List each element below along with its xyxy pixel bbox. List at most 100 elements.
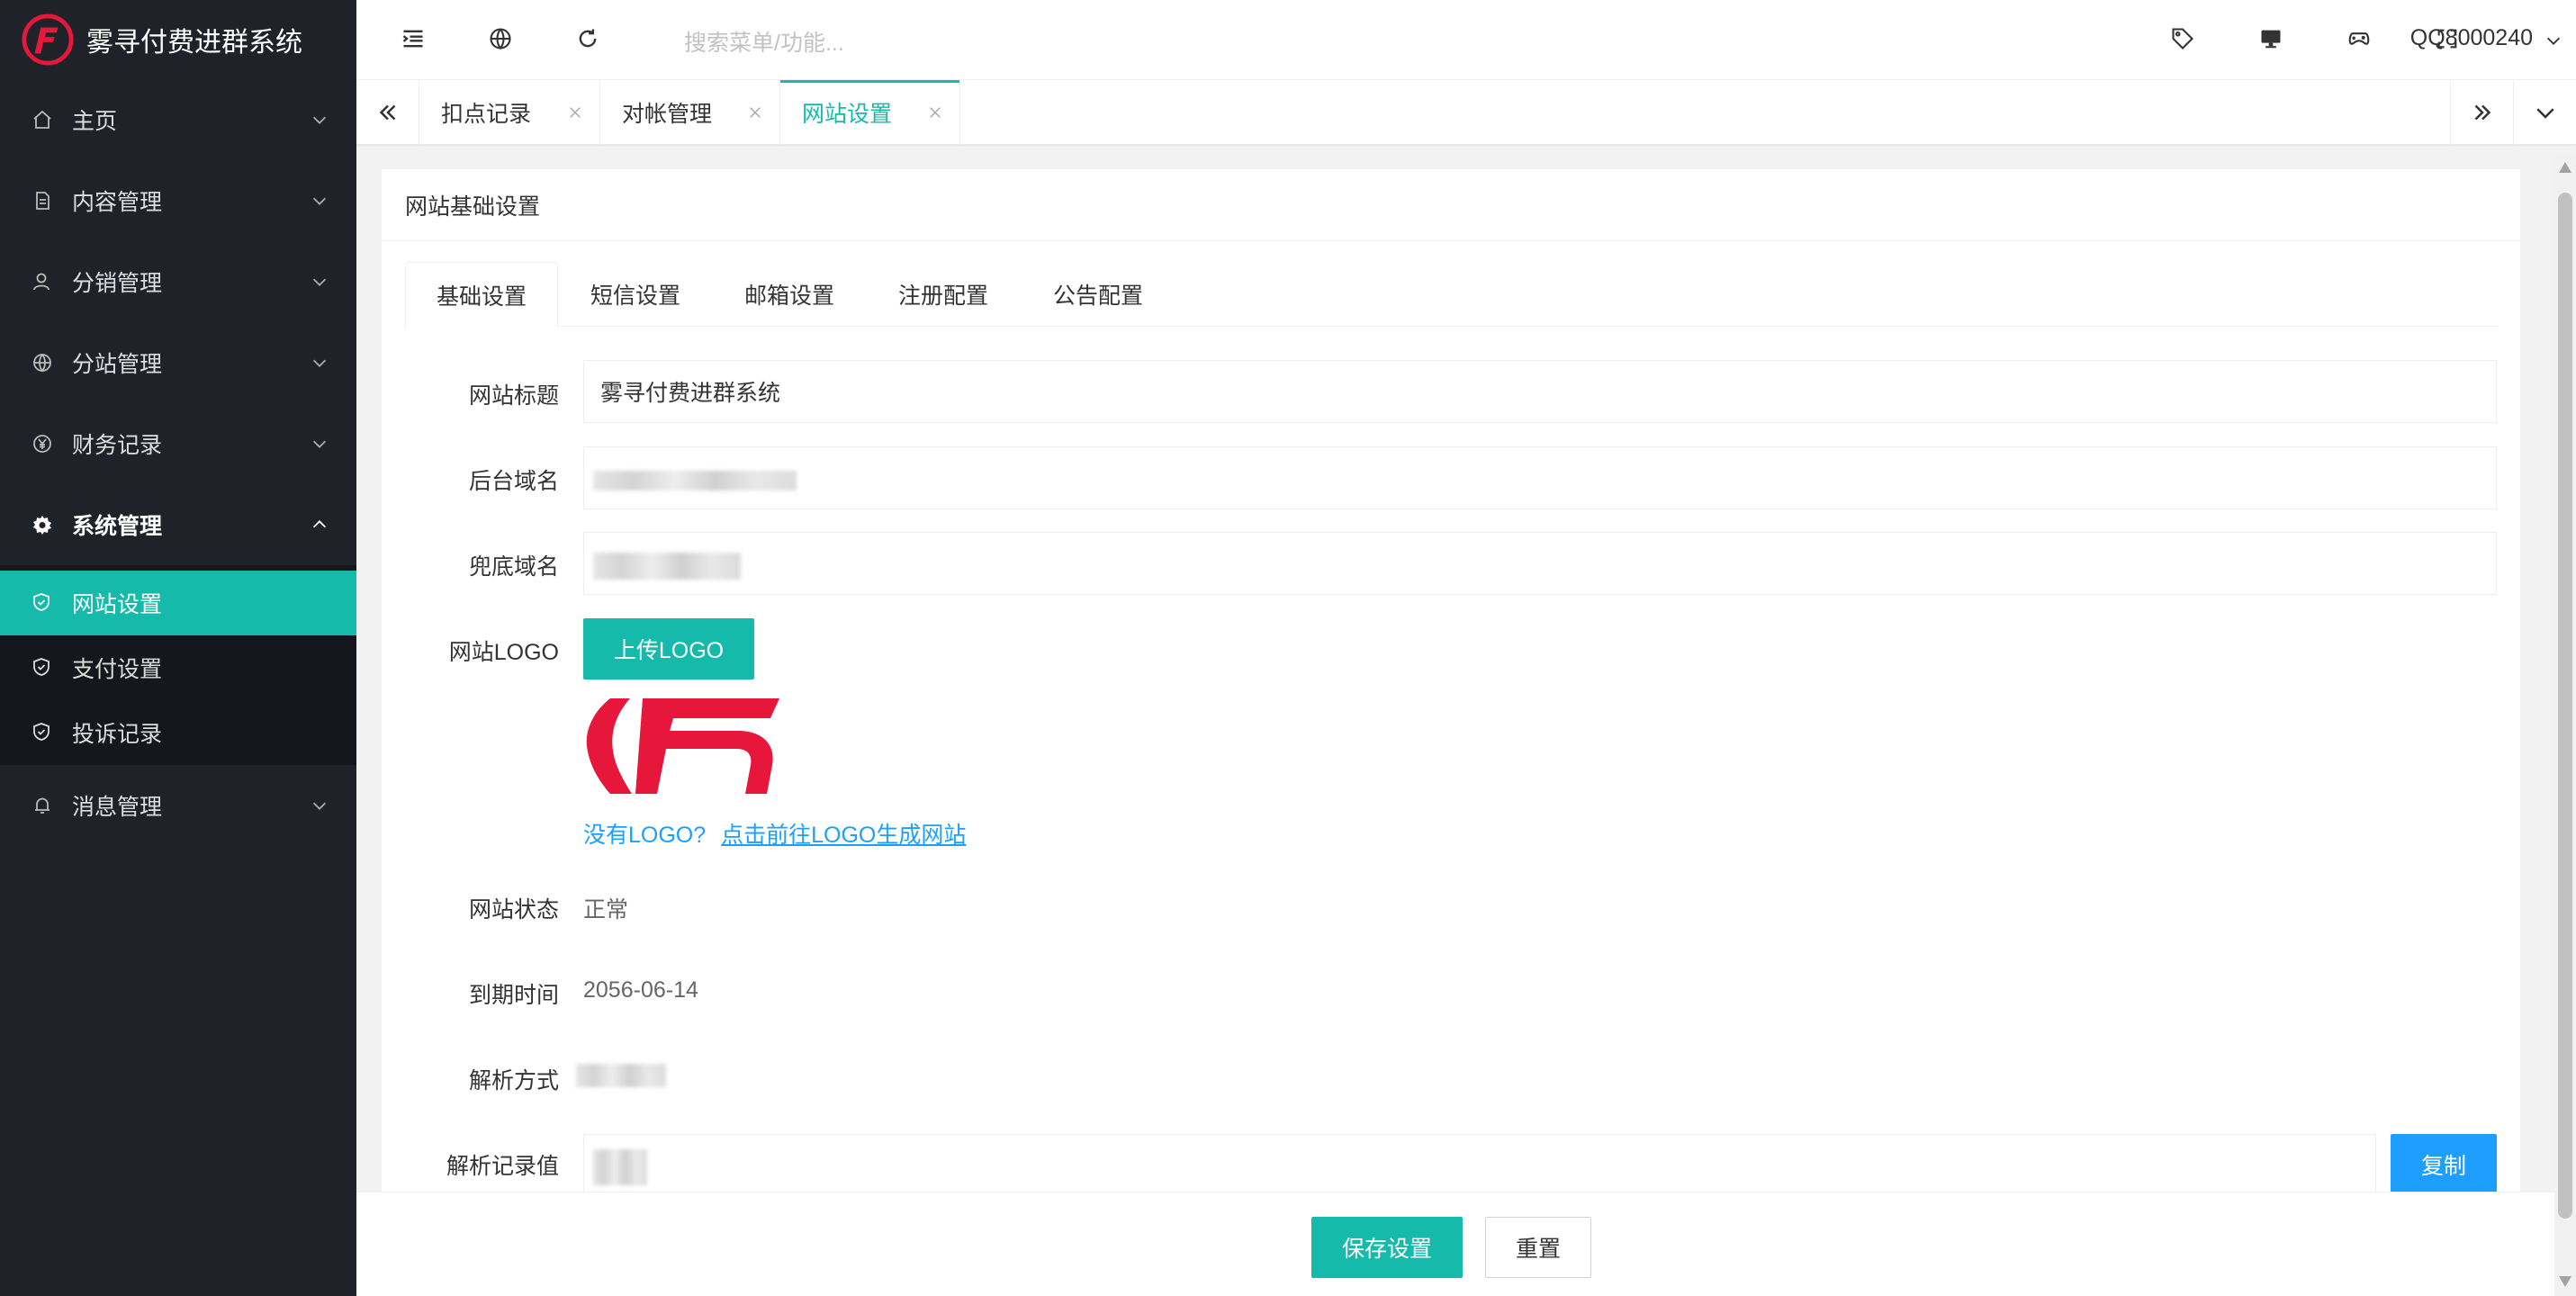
chevron-down-icon [312,197,327,205]
admin-domain-input[interactable] [583,446,2497,509]
site-status-label: 网站状态 [468,897,559,922]
chevron-down-icon [312,440,327,448]
page-scrollbar[interactable] [2554,153,2576,1296]
no-logo-text: 没有LOGO? [583,823,707,848]
parse-record-label: 解析记录值 [446,1154,559,1179]
shield-check-icon [31,591,54,615]
sidebar-item-distribution[interactable]: 分销管理 [0,241,356,322]
menu-fold-icon[interactable] [398,23,428,54]
scrollbar-thumb[interactable] [2558,193,2572,1219]
fallback-domain-label: 兜底域名 [468,554,559,580]
sidebar-subitem-complaints[interactable]: 投诉记录 [0,700,356,765]
sidebar-item-label: 消息管理 [72,795,163,820]
sidebar-subitem-label: 投诉记录 [72,722,163,747]
tab-label: 扣点记录 [441,102,532,127]
parse-mode-label: 解析方式 [468,1068,559,1094]
sidebar-item-label: 内容管理 [72,190,163,215]
sidebar-subitem-payment-settings[interactable]: 支付设置 [0,635,356,700]
close-icon[interactable] [567,104,583,121]
user-menu[interactable]: QQ8000240 [2410,25,2533,51]
redacted-value [593,471,797,490]
sidebar-item-substation[interactable]: 分站管理 [0,322,356,403]
tab-sms-settings[interactable]: 短信设置 [558,262,713,327]
page-tabs-bar: 扣点记录 对帐管理 网站设置 [356,80,2576,145]
tab-email-settings[interactable]: 邮箱设置 [713,262,866,327]
sidebar-item-finance[interactable]: 财务记录 [0,403,356,484]
screen-icon[interactable] [2256,23,2286,54]
sidebar-item-label: 系统管理 [72,514,163,539]
app-logo-bar[interactable]: 雾寻付费进群系统 [0,0,356,79]
tab-deduction-records[interactable]: 扣点记录 [419,80,600,145]
chevron-down-icon [312,116,327,124]
sidebar-item-label: 主页 [72,109,118,134]
form-tabs: 基础设置 短信设置 邮箱设置 注册配置 公告配置 [405,262,2497,328]
upload-logo-button[interactable]: 上传LOGO [583,618,754,680]
logo-help-line: 没有LOGO? 点击前往LOGO生成网站 [583,817,966,850]
chevron-down-icon [312,802,327,810]
scroll-up-arrow-icon[interactable] [2559,162,2571,173]
chevron-down-icon [312,278,327,286]
chevron-down-icon [312,359,327,367]
sidebar-item-label: 财务记录 [72,433,163,458]
app-logo [22,14,74,66]
yen-icon [31,432,54,455]
site-title-input[interactable]: 雾寻付费进群系统 [583,360,2497,423]
site-logo-label: 网站LOGO [448,640,559,665]
search-input[interactable]: 搜索菜单/功能... [684,25,844,58]
tab-reconciliation[interactable]: 对帐管理 [600,80,780,145]
tab-basic-settings[interactable]: 基础设置 [405,262,558,328]
sidebar-subitem-label: 支付设置 [72,657,163,682]
user-icon [31,270,54,293]
gamepad-icon[interactable] [2344,23,2374,54]
refresh-icon[interactable] [572,23,603,54]
site-title-label: 网站标题 [468,383,559,409]
sidebar-item-messages[interactable]: 消息管理 [0,765,356,846]
tab-label: 网站设置 [802,102,893,127]
expire-time-value: 2056-06-14 [583,977,698,1003]
sidebar-subitem-label: 网站设置 [72,592,163,617]
tab-site-settings[interactable]: 网站设置 [780,80,960,145]
admin-domain-label: 后台域名 [468,469,559,494]
tabs-scroll-left-icon[interactable] [356,80,419,145]
sidebar-item-system[interactable]: 系统管理 [0,484,356,565]
redacted-value [576,1064,666,1087]
reset-button[interactable]: 重置 [1485,1217,1591,1278]
tab-notice-config[interactable]: 公告配置 [1021,262,1175,327]
close-icon[interactable] [927,104,943,121]
tabs-scroll-right-icon[interactable] [2450,80,2513,145]
save-settings-button[interactable]: 保存设置 [1311,1217,1463,1278]
tag-icon[interactable] [2167,23,2198,54]
copy-button[interactable]: 复制 [2391,1134,2497,1195]
expire-time-label: 到期时间 [468,983,559,1008]
gear-icon [31,513,54,536]
tab-label: 对帐管理 [622,102,713,127]
shield-check-icon [31,656,54,680]
tab-register-config[interactable]: 注册配置 [866,262,1021,327]
home-icon [31,108,54,131]
shield-check-icon [31,721,54,744]
site-logo-image [586,698,779,794]
bell-icon [31,794,54,817]
site-status-value: 正常 [583,897,629,922]
fallback-domain-input[interactable] [583,532,2497,595]
redacted-value [593,1149,647,1185]
globe-icon[interactable] [485,23,516,54]
redacted-value [593,553,741,580]
chevron-down-icon[interactable] [2544,31,2563,50]
globe-icon [31,351,54,374]
sidebar-subitem-site-settings[interactable]: 网站设置 [0,571,356,635]
sidebar: 雾寻付费进群系统 主页 内容管理 分销管理 分站管理 财务记录 系统管理 网站设… [0,0,356,1296]
settings-card: 网站基础设置 基础设置 短信设置 邮箱设置 注册配置 公告配置 网站标题 雾寻付… [382,169,2520,1231]
sidebar-item-label: 分销管理 [72,271,163,296]
tabs-dropdown-icon[interactable] [2513,80,2576,145]
document-icon [31,189,54,212]
logo-generator-link[interactable]: 点击前往LOGO生成网站 [721,823,966,848]
sidebar-item-home[interactable]: 主页 [0,79,356,160]
form-footer: 保存设置 重置 [356,1192,2554,1296]
card-title: 网站基础设置 [382,169,2520,241]
sidebar-item-content[interactable]: 内容管理 [0,160,356,241]
parse-record-input[interactable] [583,1134,2376,1197]
close-icon[interactable] [747,104,763,121]
chevron-up-icon [312,520,327,528]
scroll-down-arrow-icon[interactable] [2559,1276,2571,1287]
